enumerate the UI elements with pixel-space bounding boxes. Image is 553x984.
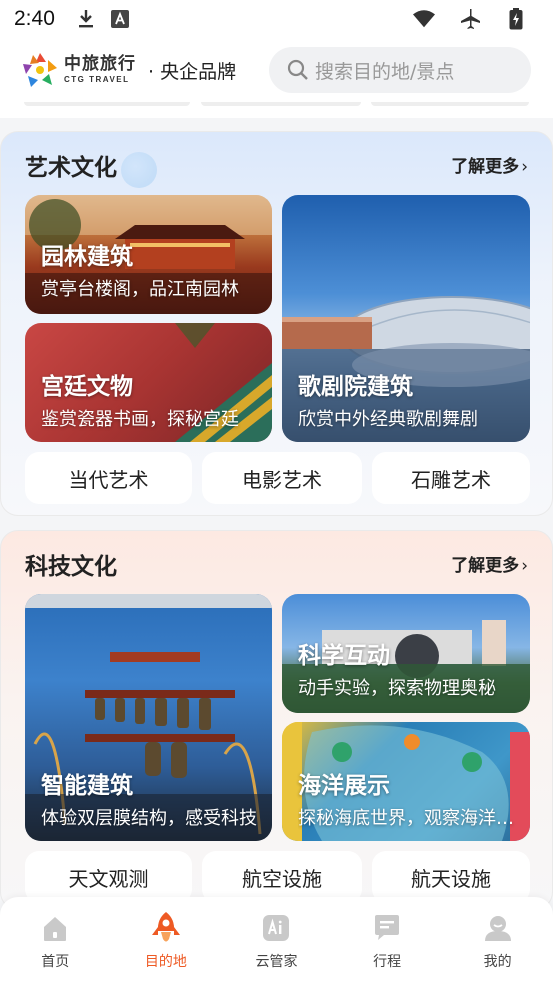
tab-cloud-butler[interactable]: 云管家 <box>221 897 332 984</box>
logo-en-text: CTG TRAVEL <box>64 75 130 84</box>
bottom-tab-bar: 首页 目的地 云管家 行程 我的 <box>0 897 553 984</box>
tag-film-art[interactable]: 电影艺术 <box>202 452 362 504</box>
search-input[interactable]: 搜索目的地/景点 <box>269 47 531 93</box>
status-bar: 2:40 <box>0 0 553 38</box>
art-culture-section: 艺术文化 了解更多 › 园林建筑 赏亭台楼阁，品江南园林 宫廷文物 鉴赏瓷器书画，… <box>0 131 553 516</box>
tab-profile[interactable]: 我的 <box>442 897 553 984</box>
rocket-icon <box>149 911 183 945</box>
card-title: 园林建筑 <box>41 244 133 270</box>
tag-aerospace[interactable]: 航天设施 <box>372 851 530 903</box>
profile-icon <box>481 911 515 945</box>
card-subtitle: 动手实验，探索物理奥秘 <box>298 678 496 699</box>
tech-culture-section: 科技文化 了解更多 › 智能建筑 体验双层膜结构，感受科技 科学互动 动手实验，… <box>0 530 553 910</box>
learn-more-link[interactable]: 了解更多 › <box>451 551 528 576</box>
battery-icon <box>505 8 527 30</box>
card-science-interaction[interactable]: 科学互动 动手实验，探索物理奥秘 <box>282 594 530 713</box>
ctg-logo-mark <box>23 53 57 87</box>
card-title: 海洋展示 <box>298 773 390 799</box>
card-palace-relics[interactable]: 宫廷文物 鉴赏瓷器书画，探秘宫廷 <box>25 323 272 442</box>
section-title: 艺术文化 <box>25 155 117 181</box>
brand-slogan: · 央企品牌 <box>148 60 237 83</box>
card-title: 宫廷文物 <box>41 374 133 400</box>
card-title: 智能建筑 <box>41 773 133 799</box>
search-placeholder: 搜索目的地/景点 <box>315 60 455 83</box>
card-smart-building[interactable]: 智能建筑 体验双层膜结构，感受科技 <box>25 594 272 841</box>
tab-label: 目的地 <box>144 954 187 970</box>
learn-more-label: 了解更多 <box>451 556 520 576</box>
category-strip-edge <box>0 102 553 118</box>
card-subtitle: 探秘海底世界，观察海洋生物 <box>298 808 516 829</box>
tag-contemporary-art[interactable]: 当代艺术 <box>25 452 192 504</box>
status-time: 2:40 <box>14 7 55 30</box>
card-title: 科学互动 <box>298 643 390 669</box>
tab-itinerary[interactable]: 行程 <box>332 897 443 984</box>
decorative-bubble <box>121 152 157 188</box>
ai-icon <box>259 911 293 945</box>
wifi-icon <box>413 8 435 30</box>
tab-label: 首页 <box>41 954 70 970</box>
chevron-right-icon: › <box>521 157 528 177</box>
card-subtitle: 赏亭台楼阁，品江南园林 <box>41 279 239 300</box>
card-ocean-exhibition[interactable]: 海洋展示 探秘海底世界，观察海洋生物 <box>282 722 530 841</box>
app-header: 中旅旅行 CTG TRAVEL · 央企品牌 搜索目的地/景点 <box>0 38 553 102</box>
tag-stone-sculpture[interactable]: 石雕艺术 <box>372 452 530 504</box>
tag-astronomy[interactable]: 天文观测 <box>25 851 192 903</box>
card-subtitle: 欣赏中外经典歌剧舞剧 <box>298 409 478 430</box>
learn-more-link[interactable]: 了解更多 › <box>451 152 528 177</box>
itinerary-icon <box>370 911 404 945</box>
search-icon <box>287 59 308 80</box>
logo-cn-text: 中旅旅行 <box>64 54 136 74</box>
download-icon <box>75 8 97 30</box>
keyboard-a-icon <box>109 8 131 30</box>
card-subtitle: 鉴赏瓷器书画，探秘宫廷 <box>41 409 239 430</box>
airplane-icon <box>459 8 481 30</box>
card-subtitle: 体验双层膜结构，感受科技 <box>41 808 257 829</box>
ctg-logo: 中旅旅行 CTG TRAVEL <box>22 52 136 88</box>
tab-home[interactable]: 首页 <box>0 897 111 984</box>
chevron-right-icon: › <box>521 556 528 576</box>
section-title: 科技文化 <box>25 554 117 580</box>
card-garden-architecture[interactable]: 园林建筑 赏亭台楼阁，品江南园林 <box>25 195 272 314</box>
tag-aviation[interactable]: 航空设施 <box>202 851 362 903</box>
home-icon <box>38 911 72 945</box>
tab-label: 云管家 <box>255 954 298 970</box>
card-opera-architecture[interactable]: 歌剧院建筑 欣赏中外经典歌剧舞剧 <box>282 195 530 442</box>
tab-label: 我的 <box>483 954 512 970</box>
tab-label: 行程 <box>373 954 402 970</box>
learn-more-label: 了解更多 <box>451 157 520 177</box>
card-title: 歌剧院建筑 <box>298 374 413 400</box>
tab-destination[interactable]: 目的地 <box>111 897 222 984</box>
